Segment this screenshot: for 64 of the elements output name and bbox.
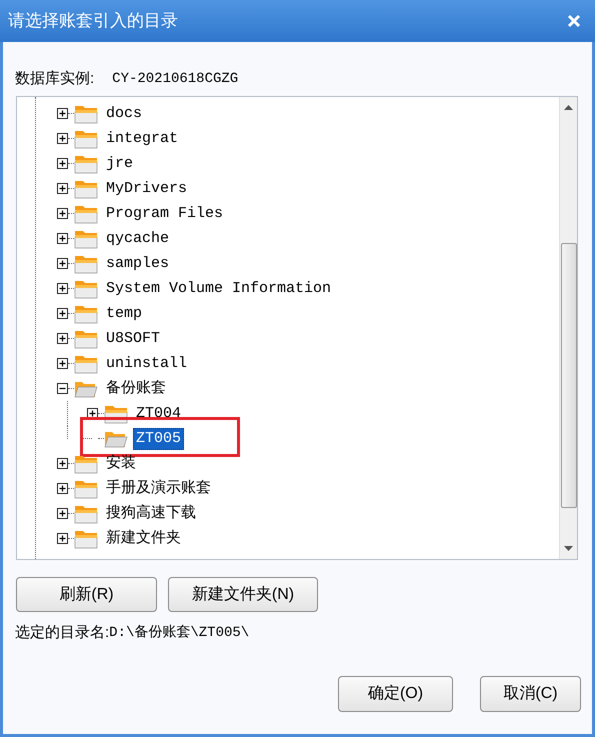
folder-icon (74, 128, 98, 148)
expand-icon[interactable] (57, 508, 68, 519)
tree-item[interactable]: qycache (103, 228, 172, 250)
folder-icon (74, 254, 98, 274)
expand-icon[interactable] (57, 158, 68, 169)
instance-value: CY-20210618CGZG (112, 70, 238, 88)
scrollbar[interactable] (559, 97, 577, 559)
tree-item[interactable]: jre (103, 152, 136, 174)
tree-item[interactable]: ZT004 (133, 402, 184, 424)
close-icon[interactable] (567, 14, 581, 28)
expand-icon[interactable] (57, 233, 68, 244)
scrollbar-thumb[interactable] (560, 243, 576, 508)
tree-item[interactable]: 新建文件夹 (103, 528, 184, 550)
tree-item[interactable]: 手册及演示账套 (103, 478, 214, 500)
tree-item[interactable]: temp (103, 302, 146, 324)
tree-item[interactable]: docs (103, 102, 146, 124)
expand-icon[interactable] (57, 258, 68, 269)
tree-item[interactable]: U8SOFT (103, 328, 164, 350)
tree-item[interactable]: MyDrivers (103, 178, 190, 200)
folder-icon (74, 478, 98, 498)
folder-icon (74, 178, 98, 198)
folder-icon (74, 504, 98, 524)
folder-icon (74, 204, 98, 224)
folder-icon (74, 528, 98, 548)
expand-icon[interactable] (57, 358, 68, 369)
tree-item[interactable]: Program Files (103, 202, 226, 224)
tree-item[interactable]: uninstall (103, 352, 190, 374)
expand-icon[interactable] (57, 533, 68, 544)
path-value: D:\备份账套\ZT005\ (109, 624, 250, 643)
expand-icon[interactable] (57, 283, 68, 294)
window-title: 请选择账套引入的目录 (8, 10, 178, 32)
expand-icon[interactable] (57, 183, 68, 194)
expand-icon[interactable] (57, 308, 68, 319)
tree-item[interactable]: 安装 (103, 452, 139, 474)
folder-icon (74, 278, 98, 298)
tree-item[interactable]: 备份账套 (103, 378, 169, 400)
path-label: 选定的目录名: (15, 623, 110, 643)
dialog-button[interactable]: 确定(O) (338, 676, 453, 712)
scroll-down-icon[interactable] (564, 546, 573, 551)
tree-button[interactable]: 新建文件夹(N) (168, 577, 318, 612)
tree-item[interactable]: 搜狗高速下载 (103, 502, 199, 524)
expand-icon[interactable] (57, 458, 68, 469)
expand-icon[interactable] (57, 208, 68, 219)
expand-icon[interactable] (87, 408, 98, 419)
tree-item[interactable]: ZT005 (133, 428, 184, 450)
tree-item[interactable]: System Volume Information (103, 278, 334, 300)
folder-icon (74, 228, 98, 248)
folder-icon (74, 454, 98, 474)
tree-button[interactable]: 刷新(R) (16, 577, 157, 612)
expand-icon[interactable] (57, 483, 68, 494)
expand-icon[interactable] (57, 133, 68, 144)
instance-label: 数据库实例: (15, 68, 94, 89)
folder-icon (74, 154, 98, 174)
tree-item[interactable]: samples (103, 252, 172, 274)
folder-icon (74, 354, 98, 374)
tree-item[interactable]: integrat (103, 128, 182, 150)
folder-icon (74, 104, 98, 124)
folder-icon (74, 328, 98, 348)
expand-icon[interactable] (57, 108, 68, 119)
collapse-icon[interactable] (57, 383, 68, 394)
scroll-up-icon[interactable] (564, 105, 573, 110)
dialog-button[interactable]: 取消(C) (480, 676, 581, 712)
expand-icon[interactable] (57, 333, 68, 344)
folder-icon (74, 304, 98, 324)
